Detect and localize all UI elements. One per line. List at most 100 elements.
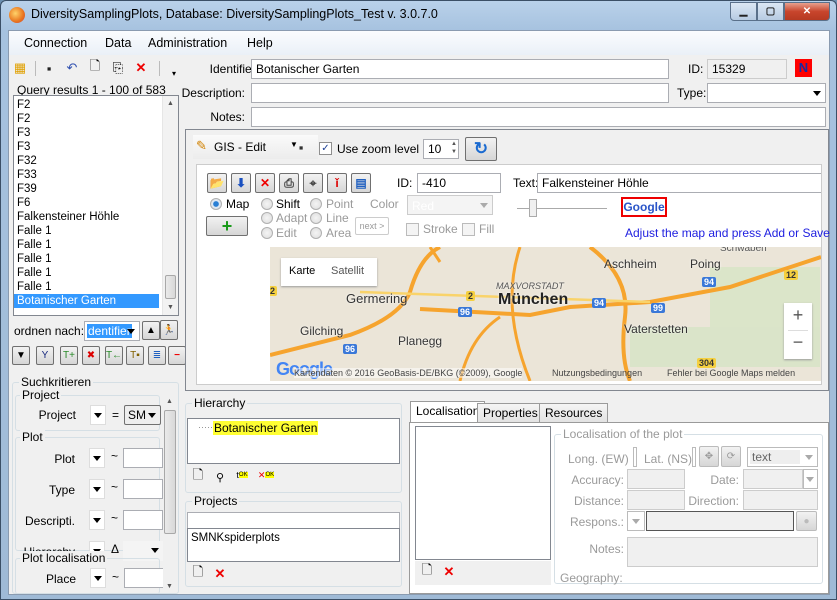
scroll-up-icon[interactable]: ▲ [167, 100, 174, 107]
gis-save-icon[interactable]: ▪ [293, 139, 309, 155]
list-item[interactable]: F3 [14, 126, 159, 140]
search-scrollbar[interactable]: ▲ ▼ [163, 396, 177, 592]
remove-parent-icon[interactable]: ✕ OK [258, 467, 275, 483]
responsible-lookup-icon[interactable]: ● [796, 511, 817, 531]
map-type-karte[interactable]: Karte [289, 265, 315, 277]
minimize-button[interactable]: ▁ [730, 2, 757, 21]
map-terms-link[interactable]: Nutzungsbedingungen [552, 368, 642, 378]
radio-edit[interactable] [261, 227, 273, 239]
hierarchy-node[interactable]: Botanischer Garten [213, 421, 319, 435]
gis-text-input[interactable]: Falkensteiner Höhle [537, 173, 821, 193]
filter-back-icon[interactable]: T← [105, 346, 123, 365]
distance-input[interactable] [627, 490, 685, 510]
gps-icon[interactable]: ⌖ [303, 173, 323, 193]
project-delete-icon[interactable]: ✕ [212, 566, 228, 582]
date-dropdown[interactable] [803, 469, 818, 489]
hierarchy-new-icon[interactable]: 🗋 [190, 467, 206, 485]
binoculars-icon[interactable]: ⚲ [212, 469, 228, 485]
place-input[interactable] [124, 568, 164, 588]
place-operator-dropdown[interactable] [90, 568, 106, 588]
operator-dropdown[interactable] [89, 479, 105, 499]
print-icon[interactable]: ⎙ [279, 173, 299, 193]
radio-shift[interactable] [261, 198, 273, 210]
notes-input[interactable] [251, 107, 826, 127]
list-item[interactable]: F39 [14, 182, 159, 196]
responsible-dropdown[interactable] [627, 511, 645, 531]
menu-administration[interactable]: Administration [148, 36, 227, 50]
query-results-list[interactable]: F2 F2 F3 F3 F32 F33 F39 F6 Falkensteiner Höhle Fa… [13, 95, 179, 316]
delete-icon[interactable]: ✕ [133, 60, 149, 76]
map-zoom-out-button[interactable]: − [784, 332, 812, 353]
save-icon[interactable]: ▪ [41, 60, 57, 76]
pin-icon[interactable]: ǐ [327, 173, 347, 193]
list-item[interactable]: Falle 1 [14, 238, 159, 252]
description-input[interactable] [251, 83, 669, 103]
filter-add-icon[interactable]: T+ [60, 346, 78, 365]
run-query-icon[interactable]: 🏃 [160, 320, 178, 340]
scroll-down-icon[interactable]: ▼ [167, 304, 174, 311]
list-item[interactable]: F6 [14, 196, 159, 210]
list-item[interactable]: Falle 1 [14, 266, 159, 280]
list-item[interactable]: Falle 1 [14, 252, 159, 266]
project-new-icon[interactable]: 🗋 [190, 564, 206, 582]
next-button[interactable]: next > [355, 217, 389, 235]
lat-input[interactable] [692, 447, 696, 467]
list-item[interactable]: Falle 1 [14, 280, 159, 294]
list-item[interactable]: SMNKspiderplots [188, 531, 280, 545]
radio-line[interactable] [310, 212, 322, 224]
scroll-down-icon[interactable]: ▼ [166, 583, 173, 590]
identifier-input[interactable]: Botanischer Garten [251, 59, 669, 79]
responsible-input[interactable] [646, 511, 794, 531]
scroll-thumb[interactable] [164, 410, 176, 534]
search-value-input[interactable] [123, 479, 163, 499]
project-operator-dropdown[interactable] [90, 405, 106, 425]
list-item[interactable]: Botanischer Garten [14, 294, 159, 308]
filter-save-icon[interactable]: T▪ [126, 346, 144, 365]
radio-adapt[interactable] [261, 212, 273, 224]
open-folder-icon[interactable]: 📂 [207, 173, 227, 193]
search-value-input[interactable] [123, 510, 163, 530]
menu-help[interactable]: Help [247, 36, 273, 50]
scroll-thumb[interactable] [165, 275, 176, 299]
list-item[interactable]: Falle 1 [14, 224, 159, 238]
filter-remove-icon[interactable]: ✖ [82, 346, 100, 365]
undo-icon[interactable]: ↶ [64, 60, 80, 76]
google-provider-button[interactable]: Google [621, 197, 667, 217]
remove-icon[interactable]: − [168, 346, 186, 365]
convert-icon[interactable]: ⟳ [721, 446, 741, 467]
operator-dropdown[interactable] [89, 448, 105, 468]
menu-connection[interactable]: Connection [24, 36, 87, 50]
projects-list[interactable]: SMNKspiderplots [187, 528, 400, 562]
list-item[interactable]: F2 [14, 112, 159, 126]
sort-ascending-button[interactable]: ▲ [142, 321, 160, 340]
list-item[interactable]: F3 [14, 140, 159, 154]
operator-dropdown[interactable] [89, 510, 105, 530]
fill-checkbox[interactable] [462, 223, 475, 236]
list-view-icon[interactable]: ≣ [148, 346, 166, 365]
zoom-level-stepper[interactable]: 10 ▲ ▼ [423, 139, 459, 159]
center-icon[interactable]: ✥ [699, 446, 719, 467]
filter-icon[interactable]: Y [36, 346, 54, 365]
copy-icon[interactable]: ⎘ [110, 60, 126, 76]
direction-input[interactable] [743, 490, 818, 510]
tab-properties[interactable]: Properties [477, 403, 544, 422]
north-icon[interactable]: N [795, 59, 812, 77]
type-dropdown[interactable] [707, 83, 826, 103]
stepper-arrows-icon[interactable]: ▲ ▼ [451, 140, 457, 156]
refresh-button[interactable]: ↻ [465, 137, 497, 161]
collapse-icon[interactable]: ▼ [12, 346, 30, 365]
localisation-delete-icon[interactable]: ✕ [441, 564, 457, 580]
localisation-list[interactable] [415, 426, 551, 560]
tab-localisation[interactable]: Localisation [410, 401, 486, 422]
color-dropdown[interactable]: Red [407, 195, 493, 215]
map-view[interactable]: Karte Satellit Germering Gilching Planegg M… [270, 247, 821, 381]
query-scrollbar[interactable]: ▲ ▼ [162, 96, 178, 315]
use-zoom-checkbox[interactable]: ✓ [319, 142, 332, 155]
add-button[interactable]: + [206, 216, 248, 236]
search-value-input[interactable] [123, 448, 163, 468]
project-value-dropdown[interactable]: SM [124, 405, 161, 425]
maximize-button[interactable]: ▢ [757, 2, 784, 21]
gis-id-input[interactable]: -410 [417, 173, 501, 193]
order-by-dropdown[interactable]: dentifier [84, 321, 140, 341]
format-dropdown[interactable]: text [747, 447, 818, 467]
